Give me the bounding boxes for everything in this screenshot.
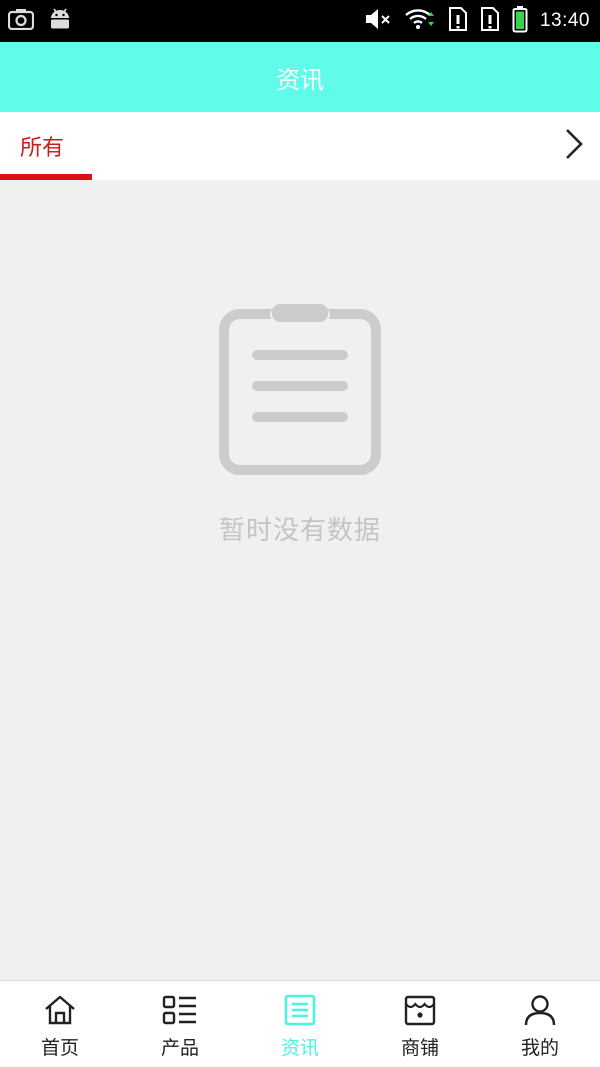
category-tab-bar: 所有	[0, 112, 600, 180]
nav-label: 资讯	[280, 1037, 319, 1059]
nav-item-store[interactable]: 商铺	[360, 981, 480, 1067]
clipboard-icon	[218, 300, 382, 480]
android-icon	[48, 7, 72, 35]
sim-alert-icon	[480, 6, 500, 36]
nav-label: 产品	[160, 1037, 199, 1059]
nav-label: 我的	[520, 1037, 559, 1059]
bottom-nav: 首页 产品 资讯 商铺 我的	[0, 980, 600, 1067]
nav-item-products[interactable]: 产品	[120, 981, 240, 1067]
status-bar: 13:40	[0, 0, 600, 42]
chevron-right-icon	[563, 127, 585, 165]
nav-label: 商铺	[400, 1037, 439, 1059]
empty-message: 暂时没有数据	[218, 516, 381, 546]
volume-muted-icon	[364, 7, 392, 35]
status-time: 13:40	[539, 10, 590, 31]
tab-more-button[interactable]	[556, 126, 592, 166]
battery-icon	[512, 5, 528, 37]
tab-all[interactable]: 所有	[0, 112, 92, 180]
store-icon	[402, 993, 438, 1027]
tab-active-indicator	[0, 174, 92, 180]
nav-item-home[interactable]: 首页	[0, 981, 120, 1067]
home-icon	[42, 993, 78, 1027]
tab-label: 所有	[20, 136, 65, 161]
wifi-icon	[404, 7, 436, 35]
app-bar: 资讯	[0, 42, 600, 112]
news-icon	[282, 993, 318, 1027]
list-grid-icon	[162, 993, 198, 1027]
sim-alert-icon	[448, 6, 468, 36]
nav-item-mine[interactable]: 我的	[480, 981, 600, 1067]
nav-item-news[interactable]: 资讯	[240, 981, 360, 1067]
status-left-icons	[7, 7, 72, 35]
nav-label: 首页	[40, 1037, 79, 1059]
page-title: 资讯	[276, 65, 324, 94]
screenshot-icon	[7, 8, 35, 34]
empty-state: 暂时没有数据	[0, 300, 600, 547]
user-icon	[522, 993, 558, 1027]
status-right-icons: 13:40	[364, 5, 590, 37]
